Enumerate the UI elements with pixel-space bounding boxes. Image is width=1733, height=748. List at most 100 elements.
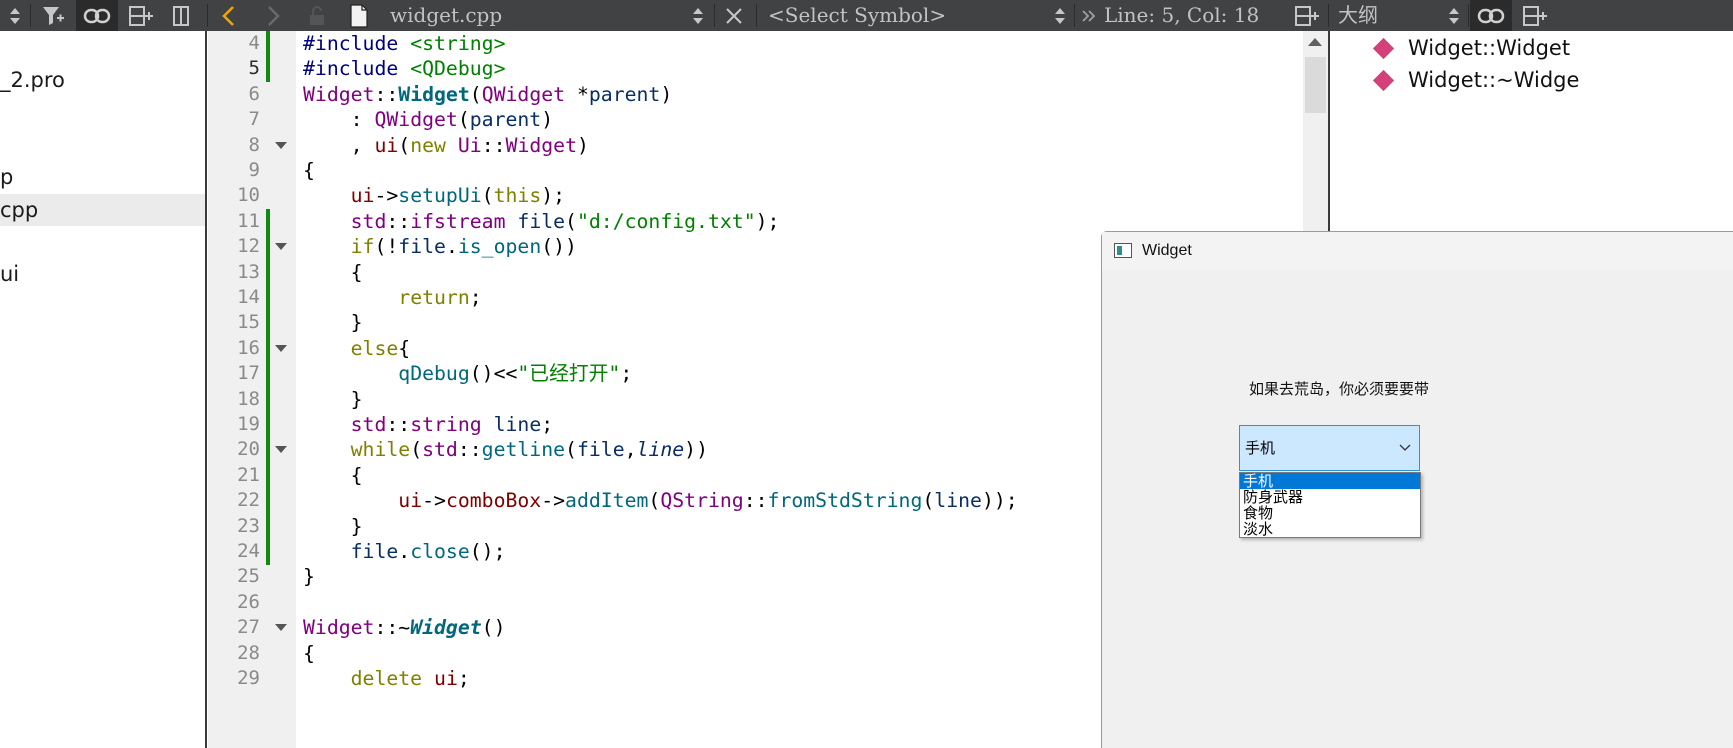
- code-text: }: [303, 514, 363, 538]
- code-line[interactable]: 8 , ui(new Ui::Widget): [208, 133, 1308, 158]
- symbol-selector[interactable]: <Select Symbol>: [768, 0, 946, 31]
- split-add-icon[interactable]: [124, 0, 158, 31]
- scroll-up-icon[interactable]: [1308, 38, 1322, 46]
- code-text: std::ifstream file("d:/config.txt");: [350, 209, 780, 233]
- line-number: 13: [237, 260, 260, 283]
- project-tree: _2.pro p cpp ui: [0, 31, 207, 748]
- line-number: 19: [237, 413, 260, 435]
- line-number: 6: [248, 82, 260, 105]
- line-number: 26: [237, 590, 260, 613]
- line-number: 9: [248, 159, 260, 181]
- back-arrow-icon[interactable]: [212, 0, 246, 31]
- line-number: 18: [237, 387, 260, 410]
- code-line[interactable]: 9{: [208, 158, 1308, 183]
- line-number: 15: [237, 311, 260, 334]
- line-number: 23: [237, 514, 260, 537]
- chevrons-right-icon[interactable]: [1078, 0, 1100, 31]
- fold-arrow-icon[interactable]: [275, 243, 287, 251]
- line-number: 17: [237, 362, 260, 385]
- code-text: if(!file.is_open()): [350, 235, 577, 259]
- symbol-chooser-arrows-icon[interactable]: [1050, 0, 1070, 31]
- code-text: Widget::~Widget(): [303, 616, 506, 640]
- line-number: 29: [237, 667, 260, 689]
- fold-arrow-icon[interactable]: [275, 141, 287, 149]
- code-text: #include <string>: [303, 32, 506, 55]
- code-text: }: [303, 565, 315, 589]
- code-line[interactable]: 7 : QWidget(parent): [208, 107, 1308, 132]
- dropdown-option[interactable]: 手机: [1240, 473, 1420, 489]
- code-text: ui->comboBox->addItem(QString::fromStdSt…: [398, 489, 1018, 513]
- combo-box[interactable]: 手机: [1239, 425, 1420, 471]
- line-number: 28: [237, 641, 260, 664]
- combo-dropdown-list: 手机 防身武器 食物 淡水: [1239, 472, 1421, 538]
- document-icon: [344, 0, 374, 31]
- project-file-pro[interactable]: _2.pro: [0, 64, 205, 96]
- outline-item[interactable]: Widget::~Widge: [1408, 64, 1579, 96]
- fold-arrow-icon[interactable]: [275, 624, 287, 632]
- outline-title[interactable]: 大纲: [1338, 0, 1378, 31]
- line-number: 12: [237, 235, 260, 258]
- chevron-down-icon: [1399, 444, 1411, 451]
- line-number: 11: [237, 209, 260, 232]
- line-number: 16: [237, 336, 260, 359]
- line-number: 10: [237, 184, 260, 207]
- window-title: Widget: [1142, 242, 1192, 259]
- line-number: 5: [248, 57, 260, 80]
- line-number: 20: [237, 438, 260, 461]
- code-text: }: [303, 311, 363, 335]
- code-text: while(std::getline(file,line)): [350, 438, 708, 462]
- outline-item[interactable]: Widget::Widget: [1408, 32, 1570, 64]
- code-text: }: [303, 387, 363, 411]
- line-number: 22: [237, 489, 260, 512]
- close-document-icon[interactable]: [720, 0, 748, 31]
- code-line[interactable]: 10 ui->setupUi(this);: [208, 183, 1308, 208]
- lock-icon[interactable]: [302, 0, 332, 31]
- fold-arrow-icon[interactable]: [275, 446, 287, 454]
- code-text: delete ui;: [350, 667, 470, 690]
- split-add-icon-outline[interactable]: [1518, 0, 1552, 31]
- code-text: ui->setupUi(this);: [350, 184, 566, 208]
- close-pane-icon[interactable]: [166, 0, 196, 31]
- line-number: 27: [237, 616, 260, 639]
- line-number: 8: [248, 133, 260, 156]
- cursor-position[interactable]: Line: 5, Col: 18: [1104, 0, 1259, 31]
- fold-arrow-icon[interactable]: [275, 344, 287, 352]
- project-file-cpp-a[interactable]: p: [0, 161, 205, 193]
- filter-icon[interactable]: [36, 0, 70, 31]
- dropdown-option[interactable]: 淡水: [1240, 521, 1420, 537]
- code-text: std::string line;: [350, 413, 554, 436]
- code-line[interactable]: 5 #include <QDebug>: [208, 56, 1308, 81]
- dropdown-option[interactable]: 防身武器: [1240, 489, 1420, 505]
- forward-arrow-icon[interactable]: [256, 0, 290, 31]
- dropdown-option[interactable]: 食物: [1240, 505, 1420, 521]
- line-number: 4: [248, 32, 260, 54]
- split-add-icon-right[interactable]: [1290, 0, 1324, 31]
- file-name[interactable]: widget.cpp: [390, 0, 502, 31]
- code-text: : QWidget(parent): [303, 108, 554, 132]
- outline-chooser-arrows-icon[interactable]: [1444, 0, 1464, 31]
- code-text: , ui(new Ui::Widget): [303, 133, 589, 157]
- line-number: 24: [237, 540, 260, 562]
- file-chooser-arrows-icon[interactable]: [688, 0, 708, 31]
- line-number: 7: [248, 108, 260, 131]
- code-text: else{: [350, 336, 411, 360]
- function-diamond-icon: [1372, 37, 1395, 60]
- code-line[interactable]: 6 Widget::Widget(QWidget *parent): [208, 82, 1308, 107]
- code-text: {: [303, 641, 315, 665]
- combo-value: 手机: [1245, 439, 1276, 457]
- code-text: Widget::Widget(QWidget *parent): [303, 82, 673, 106]
- scroll-thumb[interactable]: [1305, 57, 1326, 113]
- window-titlebar[interactable]: Widget: [1102, 232, 1733, 270]
- line-number: 25: [237, 565, 260, 588]
- project-file-cpp-selected[interactable]: cpp: [0, 194, 205, 226]
- sync-link-icon[interactable]: [1470, 0, 1512, 31]
- project-file-ui[interactable]: ui: [0, 258, 205, 290]
- widget-app-window: Widget 如果去荒岛，你必须要要带 手机 手机 防身武器 食物 淡水: [1101, 231, 1733, 748]
- function-diamond-icon: [1372, 69, 1395, 92]
- up-down-arrows-icon[interactable]: [2, 0, 28, 31]
- code-text: file.close();: [350, 540, 506, 563]
- link-icon[interactable]: [76, 0, 118, 31]
- code-text: qDebug()<<"已经打开";: [398, 362, 633, 386]
- code-line[interactable]: 4 #include <string>: [208, 31, 1308, 56]
- code-text: {: [303, 159, 315, 182]
